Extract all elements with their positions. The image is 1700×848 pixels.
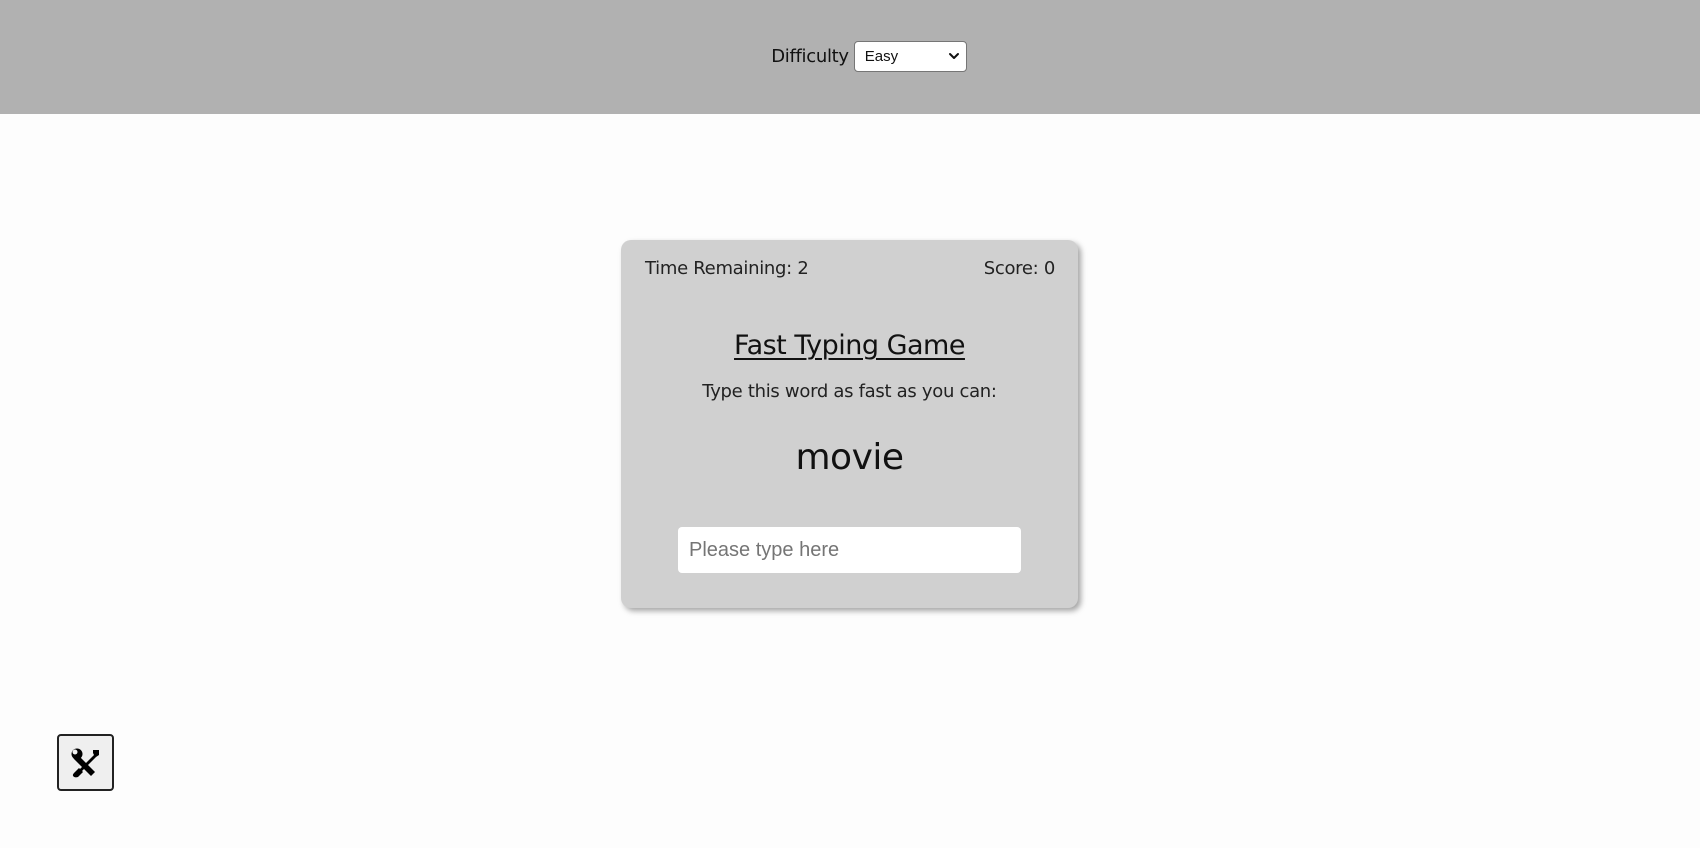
difficulty-selected-value: Easy [864, 47, 899, 65]
game-card: Time Remaining: 2 Score: 0 Fast Typing G… [621, 240, 1078, 608]
typing-input[interactable] [678, 527, 1021, 573]
game-title: Fast Typing Game [734, 330, 965, 361]
difficulty-form: Difficulty Easy [771, 40, 967, 72]
settings-toggle-button[interactable] [57, 734, 114, 791]
chevron-down-icon [948, 52, 959, 59]
instructions: Type this word as fast as you can: [702, 381, 997, 402]
score: Score: 0 [983, 258, 1056, 279]
tools-icon [71, 748, 99, 777]
difficulty-label: Difficulty [771, 45, 849, 67]
difficulty-select[interactable]: Easy [853, 40, 967, 72]
target-word: movie [795, 437, 904, 478]
time-remaining: Time Remaining: 2 [645, 258, 809, 279]
settings-bar: Difficulty Easy [0, 0, 1700, 114]
